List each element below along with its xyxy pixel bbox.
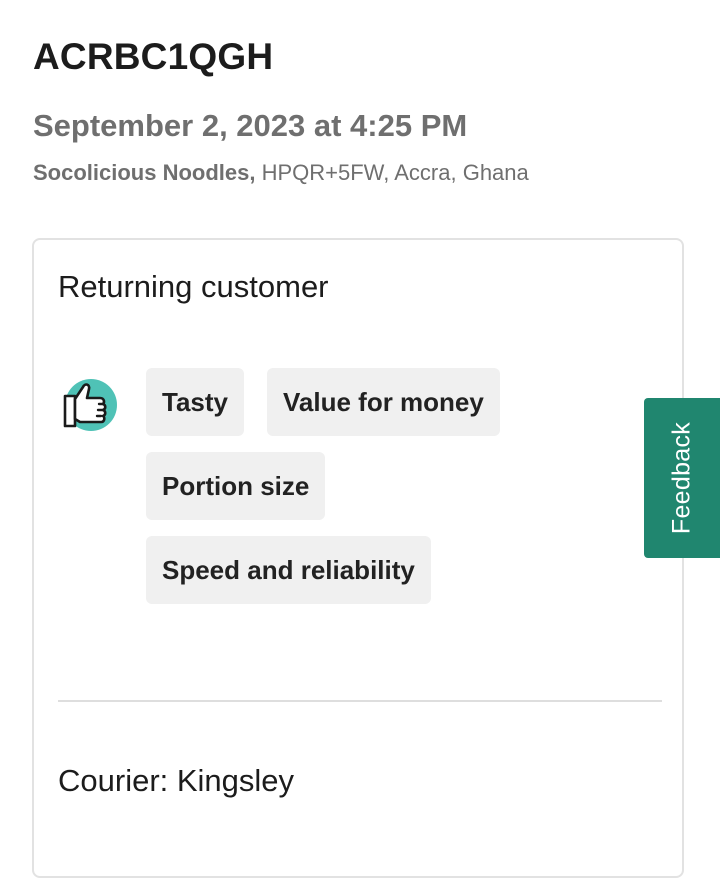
order-location: Socolicious Noodles, HPQR+5FW, Accra, Gh… [33, 158, 529, 188]
restaurant-address: HPQR+5FW, Accra, Ghana [255, 160, 529, 185]
restaurant-name: Socolicious Noodles, [33, 160, 256, 185]
tag-value-for-money: Value for money [267, 368, 500, 436]
tag-tasty: Tasty [146, 368, 244, 436]
courier-name: Courier: Kingsley [58, 763, 295, 798]
card-divider [58, 700, 662, 702]
tag-portion-size: Portion size [146, 452, 326, 520]
order-date: September 2, 2023 at 4:25 PM [33, 108, 468, 143]
review-title: Returning customer [58, 269, 329, 304]
tag-speed-and-reliability: Speed and reliability [146, 536, 431, 604]
order-id: ACRBC1QGH [33, 36, 274, 77]
thumbs-up-icon [58, 374, 122, 434]
feedback-tab-label: Feedback [667, 421, 696, 535]
feedback-tab-button[interactable]: Feedback [644, 398, 720, 558]
